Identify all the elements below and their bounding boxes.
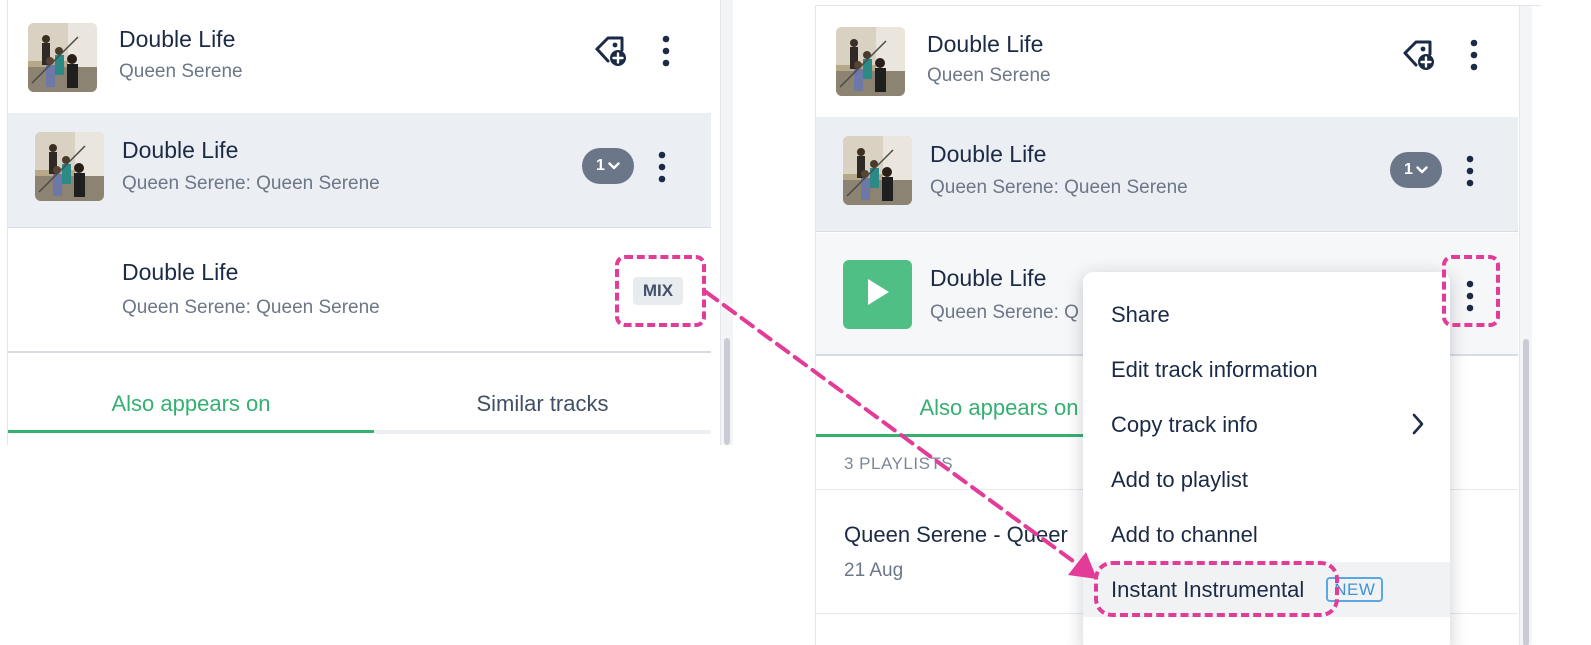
- more-vertical-icon[interactable]: [1462, 154, 1478, 188]
- menu-item-label: Add to channel: [1111, 521, 1258, 547]
- more-vertical-icon[interactable]: [1462, 279, 1478, 313]
- chevron-down-icon: [608, 157, 620, 175]
- track-title[interactable]: Double Life: [930, 141, 1046, 168]
- versions-count: 1: [596, 157, 605, 174]
- play-button[interactable]: [843, 260, 912, 329]
- right-scrollbar-thumb[interactable]: [1523, 339, 1529, 645]
- menu-item-copy-track-info[interactable]: Copy track info: [1083, 397, 1450, 452]
- menu-item-label: Edit track information: [1111, 356, 1318, 382]
- track-subtitle[interactable]: Queen Serene: Q: [930, 302, 1079, 324]
- track-title[interactable]: Double Life: [927, 31, 1043, 58]
- track-title[interactable]: Double Life: [930, 265, 1046, 292]
- album-cover: [35, 132, 104, 201]
- menu-item-instant-instrumental[interactable]: Instant Instrumental NEW: [1083, 562, 1450, 617]
- version-track-row[interactable]: Double Life Queen Serene: Queen Serene 1: [816, 117, 1518, 232]
- playlist-title[interactable]: Queen Serene - Queer: [844, 522, 1068, 548]
- track-artist[interactable]: Queen Serene: [119, 61, 243, 83]
- track-title[interactable]: Double Life: [119, 26, 235, 53]
- menu-item-add-to-channel[interactable]: Add to channel: [1083, 507, 1450, 562]
- track-context-menu: Share Edit track information Copy track …: [1083, 272, 1450, 645]
- album-cover: [836, 27, 905, 96]
- track-subtitle[interactable]: Queen Serene: Queen Serene: [122, 297, 380, 319]
- play-icon: [865, 277, 891, 312]
- mix-badge: MIX: [633, 277, 683, 305]
- menu-item-share[interactable]: Share: [1083, 287, 1450, 342]
- album-cover: [843, 136, 912, 205]
- playlists-count-label: 3 PLAYLISTS: [844, 454, 954, 473]
- track-subtitle[interactable]: Queen Serene: Queen Serene: [122, 173, 380, 195]
- more-vertical-icon[interactable]: [654, 150, 670, 184]
- tag-add-icon[interactable]: [593, 33, 629, 69]
- track-title[interactable]: Double Life: [122, 259, 238, 286]
- tag-add-icon[interactable]: [1401, 37, 1437, 73]
- tab-bar: Also appears on Similar tracks: [8, 364, 711, 444]
- new-badge: NEW: [1326, 577, 1384, 602]
- header-track-row[interactable]: Double Life Queen Serene: [816, 6, 1518, 116]
- track-artist[interactable]: Queen Serene: [927, 65, 1051, 87]
- track-title[interactable]: Double Life: [122, 137, 238, 164]
- right-scrollbar[interactable]: [1519, 6, 1532, 645]
- chevron-right-icon: [1412, 413, 1424, 441]
- header-track-row[interactable]: Double Life Queen Serene: [8, 0, 711, 110]
- versions-count-button[interactable]: 1: [582, 148, 634, 184]
- chevron-down-icon: [1416, 161, 1428, 179]
- menu-item-add-to-playlist[interactable]: Add to playlist: [1083, 452, 1450, 507]
- menu-item-label: Add to playlist: [1111, 466, 1248, 492]
- menu-item-label: Copy track info: [1111, 411, 1258, 437]
- menu-item-label: Instant Instrumental: [1111, 576, 1305, 602]
- mix-track-row[interactable]: Double Life Queen Serene: Queen Serene M…: [8, 230, 711, 353]
- active-tab-underline: [8, 430, 374, 433]
- versions-count: 1: [1404, 161, 1413, 178]
- menu-item-edit-track-information[interactable]: Edit track information: [1083, 342, 1450, 397]
- versions-count-button[interactable]: 1: [1390, 152, 1442, 188]
- playlist-date: 21 Aug: [844, 560, 904, 581]
- menu-item-label: Share: [1111, 301, 1170, 327]
- tab-divider: [374, 430, 711, 434]
- more-vertical-icon[interactable]: [658, 34, 674, 68]
- left-scrollbar[interactable]: [720, 0, 733, 445]
- left-scrollbar-thumb[interactable]: [724, 338, 730, 445]
- version-track-row[interactable]: Double Life Queen Serene: Queen Serene 1: [8, 113, 711, 228]
- track-subtitle[interactable]: Queen Serene: Queen Serene: [930, 177, 1188, 199]
- left-track-panel: Double Life Queen Serene Double Life Que…: [7, 0, 752, 445]
- album-cover: [28, 23, 97, 92]
- more-vertical-icon[interactable]: [1466, 38, 1482, 72]
